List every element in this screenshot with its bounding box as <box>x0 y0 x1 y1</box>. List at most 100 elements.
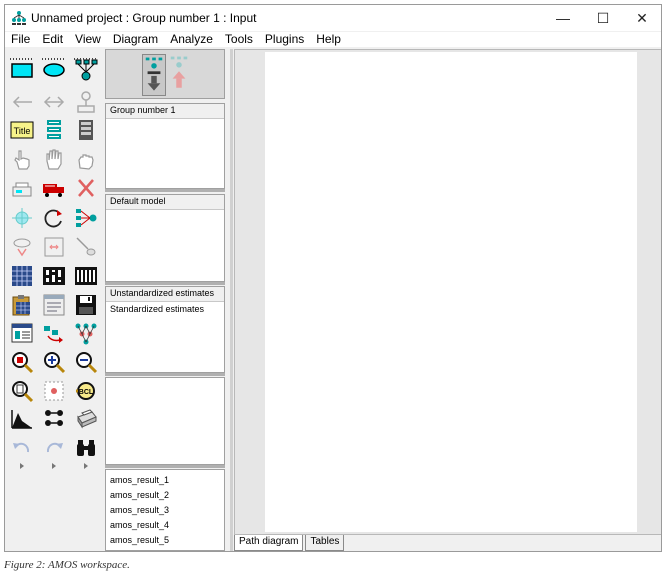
amos-app-icon <box>12 11 26 25</box>
clipboard-icon <box>12 295 30 316</box>
binoculars-icon <box>77 440 95 456</box>
result-file-item[interactable]: amos_result_4 <box>106 518 224 532</box>
erase-objects-tool[interactable] <box>73 175 99 201</box>
unstandardized-estimates-item[interactable]: Unstandardized estimates <box>106 287 224 302</box>
reflect-indicators-tool[interactable] <box>73 205 99 231</box>
group-item[interactable]: Group number 1 <box>106 104 224 119</box>
scroll-tool[interactable] <box>41 234 67 260</box>
title-bar[interactable]: Unnamed project : Group number 1 : Input… <box>5 5 661 31</box>
view-page-tool[interactable] <box>9 378 35 404</box>
copy-diagram-tool[interactable] <box>9 292 35 318</box>
view-tabs: Path diagram Tables <box>234 535 346 551</box>
add-unique-variable-tool[interactable] <box>73 89 99 115</box>
move-parameter-tool[interactable] <box>9 234 35 260</box>
zoom-in-tool[interactable] <box>41 349 67 375</box>
menu-analyze[interactable]: Analyze <box>164 32 219 47</box>
rotate-indicators-tool[interactable] <box>41 205 67 231</box>
undo-tool[interactable] <box>9 435 35 461</box>
toolbox: Title BCL <box>7 49 105 551</box>
multiple-groups-icon <box>45 410 63 426</box>
groups-splitter[interactable] <box>105 189 225 192</box>
view-output-button[interactable] <box>168 54 192 96</box>
draw-path-tool[interactable] <box>9 89 35 115</box>
magnifier-icon: BCL <box>76 382 95 400</box>
select-all-objects-tool[interactable] <box>41 147 67 173</box>
open-hand-icon <box>46 149 62 170</box>
undo-icon <box>13 442 30 453</box>
zoom-out-tool[interactable] <box>73 349 99 375</box>
toolbar-overflow-2[interactable] <box>41 459 67 473</box>
list-variables-in-model-tool[interactable] <box>41 117 67 143</box>
toolbar-grip <box>74 58 98 60</box>
menu-diagram[interactable]: Diagram <box>107 32 164 47</box>
toolbar-overflow-3[interactable] <box>73 459 99 473</box>
tab-tables[interactable]: Tables <box>305 535 345 551</box>
magnifier-tool[interactable]: BCL <box>73 378 99 404</box>
minimize-button[interactable]: — <box>543 5 583 31</box>
distribution-icon <box>11 410 32 429</box>
zoom-in-area-tool[interactable] <box>9 349 35 375</box>
menu-file[interactable]: File <box>5 32 36 47</box>
result-file-item[interactable]: amos_result_2 <box>106 488 224 502</box>
analysis-properties-tool[interactable] <box>41 263 67 289</box>
minimize-icon: — <box>556 10 570 26</box>
input-diagram-icon <box>145 57 163 91</box>
redo-tool[interactable] <box>41 435 67 461</box>
menu-view[interactable]: View <box>69 32 107 47</box>
path-diagram-canvas[interactable] <box>265 52 637 532</box>
save-diagram-tool[interactable] <box>73 292 99 318</box>
change-shape-tool[interactable] <box>9 205 35 231</box>
text-output-icon <box>43 294 65 316</box>
drag-properties-tool[interactable] <box>41 321 67 347</box>
arrow-left-icon <box>12 96 32 108</box>
double-arrow-icon <box>43 96 65 108</box>
touch-up-tool[interactable] <box>73 234 99 260</box>
models-splitter[interactable] <box>105 282 225 285</box>
select-data-files-tool[interactable] <box>9 263 35 289</box>
draw-unobserved-variable-tool[interactable] <box>41 57 67 83</box>
fit-to-page-tool[interactable] <box>41 378 67 404</box>
calculate-estimates-tool[interactable] <box>73 263 99 289</box>
chevron-right-icon <box>20 463 24 469</box>
tab-path-diagram[interactable]: Path diagram <box>234 535 304 551</box>
panel-divider[interactable] <box>230 49 233 551</box>
duplicate-objects-tool[interactable] <box>9 175 35 201</box>
chevron-right-icon <box>52 463 56 469</box>
view-input-button[interactable] <box>142 54 166 96</box>
view-text-tool[interactable] <box>41 292 67 318</box>
list-variables-in-dataset-tool[interactable] <box>73 117 99 143</box>
title-tool-label: Title <box>14 126 31 136</box>
draw-latent-indicator-tool[interactable] <box>73 57 99 83</box>
result-file-item[interactable]: amos_result_3 <box>106 503 224 517</box>
object-properties-tool[interactable] <box>9 321 35 347</box>
estimates-splitter[interactable] <box>105 373 225 376</box>
result-file-item[interactable]: amos_result_1 <box>106 473 224 487</box>
select-one-object-tool[interactable] <box>9 147 35 173</box>
close-button[interactable]: ✕ <box>622 5 661 31</box>
model-item[interactable]: Default model <box>106 195 224 210</box>
zoom-page-icon <box>12 381 34 403</box>
menu-plugins[interactable]: Plugins <box>259 32 310 47</box>
maximize-icon: ☐ <box>596 9 610 26</box>
maximize-button[interactable]: ☐ <box>583 5 623 31</box>
toolbar-overflow-1[interactable] <box>9 459 35 473</box>
empty-splitter[interactable] <box>105 465 225 468</box>
specification-search-tool[interactable] <box>73 435 99 461</box>
print-diagram-tool[interactable] <box>73 406 99 432</box>
result-file-item[interactable]: amos_result_5 <box>106 533 224 547</box>
standardized-estimates-item[interactable]: Standardized estimates <box>106 302 224 316</box>
bayesian-estimation-tool[interactable] <box>9 406 35 432</box>
multiple-group-analysis-tool[interactable] <box>41 406 67 432</box>
deselect-all-objects-tool[interactable] <box>73 147 99 173</box>
figure-caption-tool[interactable]: Title <box>9 117 35 143</box>
chevron-right-icon <box>84 463 88 469</box>
drawing-area <box>234 49 661 535</box>
move-objects-tool[interactable] <box>41 175 67 201</box>
menu-help[interactable]: Help <box>310 32 347 47</box>
menu-edit[interactable]: Edit <box>36 32 69 47</box>
figure-caption: Figure 2: AMOS workspace. <box>4 559 130 571</box>
draw-covariance-tool[interactable] <box>41 89 67 115</box>
menu-tools[interactable]: Tools <box>219 32 259 47</box>
preserve-symmetries-tool[interactable] <box>73 321 99 347</box>
draw-observed-variable-tool[interactable] <box>9 57 35 83</box>
